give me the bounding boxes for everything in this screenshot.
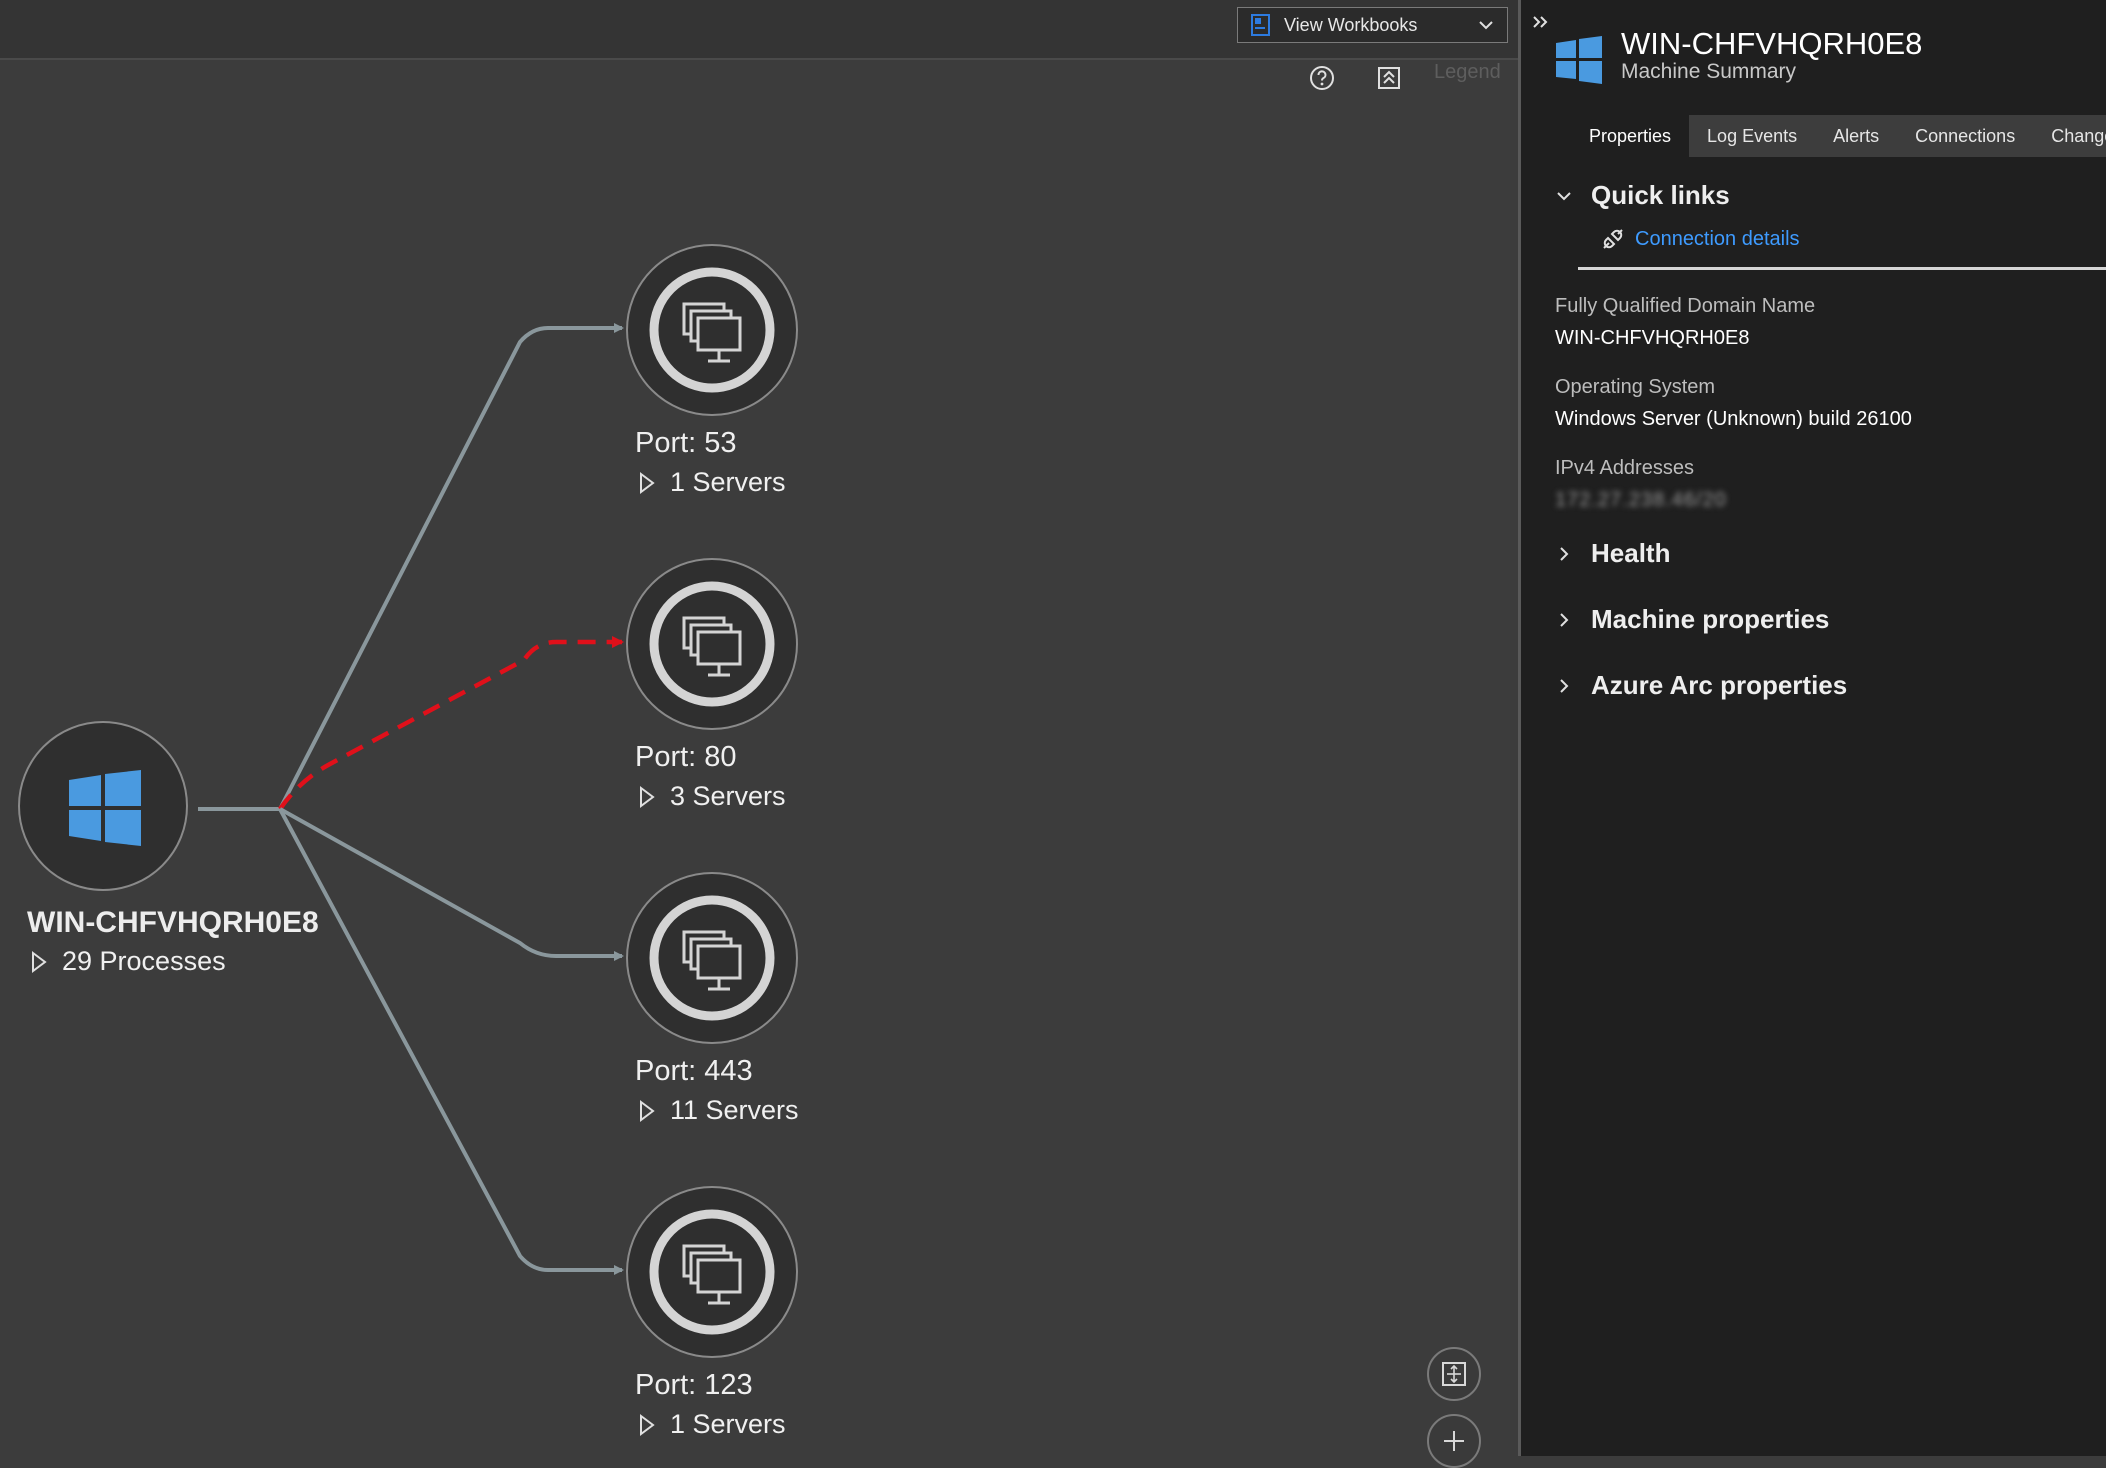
connection-details-label: Connection details: [1635, 227, 1800, 250]
fit-view-icon: [1442, 1362, 1466, 1386]
ipv4-value: 172.27.238.46/20: [1555, 489, 1727, 511]
azure-arc-section-label: Azure Arc properties: [1591, 670, 1848, 700]
windows-logo-icon: [69, 770, 141, 846]
health-section-header[interactable]: Health: [1555, 538, 1670, 569]
expand-triangle-icon: [640, 471, 655, 494]
machine-properties-section-label: Machine properties: [1591, 604, 1830, 634]
port-node-53[interactable]: [626, 244, 798, 416]
fqdn-value: WIN-CHFVHQRH0E8: [1555, 327, 1750, 349]
tab-changes[interactable]: Changes: [2033, 115, 2106, 157]
fqdn-label: Fully Qualified Domain Name: [1555, 295, 1816, 317]
quick-links-header[interactable]: Quick links: [1555, 180, 1730, 211]
zoom-in-button[interactable]: [1427, 1414, 1481, 1468]
edge-port-53: [278, 323, 624, 810]
port-node-123[interactable]: [626, 1186, 798, 1358]
port-443-servers-expander[interactable]: 11 Servers: [638, 1095, 799, 1126]
port-53-servers-expander[interactable]: 1 Servers: [638, 467, 786, 498]
port-443-servers-label: 11 Servers: [670, 1095, 799, 1125]
panel-title: WIN-CHFVHQRH0E8: [1621, 26, 1923, 61]
health-section-label: Health: [1591, 538, 1671, 568]
tab-log-events[interactable]: Log Events: [1689, 115, 1816, 157]
panel-subtitle: Machine Summary: [1621, 60, 1797, 83]
quick-links-divider: [1578, 267, 2106, 270]
edge-port-443: [279, 807, 624, 961]
plug-icon: [1603, 229, 1623, 249]
port-123-servers-expander[interactable]: 1 Servers: [638, 1409, 786, 1440]
edge-port-80: [278, 636, 624, 811]
tab-alerts[interactable]: Alerts: [1815, 115, 1898, 157]
port-123-label[interactable]: Port: 123: [635, 1369, 753, 1402]
server-group-icon: [649, 267, 775, 393]
collapse-panel-icon[interactable]: [1529, 10, 1555, 36]
server-group-icon: [649, 1209, 775, 1335]
chevron-right-icon: [1560, 678, 1569, 693]
fit-to-view-button[interactable]: [1427, 1347, 1481, 1401]
chevron-down-icon: [1557, 191, 1571, 200]
root-processes-expander[interactable]: 29 Processes: [30, 946, 226, 977]
workbook-icon: [1251, 14, 1270, 36]
root-machine-title[interactable]: WIN-CHFVHQRH0E8: [27, 906, 319, 940]
windows-logo-icon: [1556, 36, 1602, 84]
port-53-servers-label: 1 Servers: [670, 467, 786, 497]
map-toolbar: View Workbooks: [0, 0, 1518, 60]
azure-arc-section-header[interactable]: Azure Arc properties: [1555, 670, 1847, 701]
chevron-right-icon: [1560, 612, 1569, 627]
edge-port-123: [278, 808, 624, 1275]
os-label: Operating System: [1555, 376, 1716, 398]
chevron-down-icon: [1479, 21, 1493, 30]
machine-summary-panel: WIN-CHFVHQRH0E8 Machine Summary Properti…: [1518, 0, 2106, 1456]
plus-icon: [1444, 1431, 1464, 1451]
port-node-80[interactable]: [626, 558, 798, 730]
port-123-servers-label: 1 Servers: [670, 1409, 786, 1439]
view-workbooks-dropdown[interactable]: View Workbooks: [1237, 7, 1508, 43]
port-80-label[interactable]: Port: 80: [635, 741, 737, 774]
server-group-icon: [649, 581, 775, 707]
ipv4-label: IPv4 Addresses: [1555, 457, 1694, 479]
root-processes-label: 29 Processes: [62, 946, 226, 976]
expand-triangle-icon: [640, 1099, 655, 1122]
expand-triangle-icon: [32, 950, 47, 973]
panel-tabs: Properties Log Events Alerts Connections…: [1571, 115, 2106, 157]
expand-triangle-icon: [640, 785, 655, 808]
port-80-servers-expander[interactable]: 3 Servers: [638, 781, 786, 812]
dependency-map: WIN-CHFVHQRH0E8 29 Processes Port: 53 1 …: [0, 60, 1518, 1468]
expand-triangle-icon: [640, 1413, 655, 1436]
chevron-right-icon: [1560, 546, 1569, 561]
connection-details-link[interactable]: Connection details: [1601, 227, 1800, 251]
tab-properties[interactable]: Properties: [1571, 115, 1690, 157]
server-group-icon: [649, 895, 775, 1021]
port-node-443[interactable]: [626, 872, 798, 1044]
tab-connections[interactable]: Connections: [1897, 115, 2034, 157]
root-machine-node[interactable]: [18, 721, 188, 891]
os-value: Windows Server (Unknown) build 26100: [1555, 408, 1912, 430]
quick-links-label: Quick links: [1591, 180, 1730, 210]
port-443-label[interactable]: Port: 443: [635, 1055, 753, 1088]
port-53-label[interactable]: Port: 53: [635, 427, 737, 460]
view-workbooks-label: View Workbooks: [1284, 14, 1418, 35]
port-80-servers-label: 3 Servers: [670, 781, 786, 811]
machine-properties-section-header[interactable]: Machine properties: [1555, 604, 1829, 635]
